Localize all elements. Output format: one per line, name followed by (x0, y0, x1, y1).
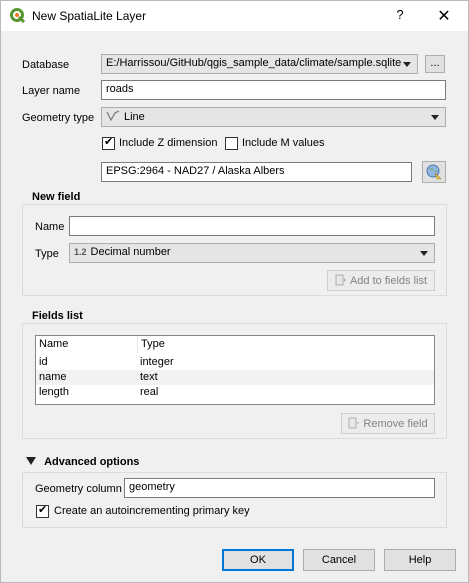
field-type-value: Decimal number (90, 246, 171, 258)
browse-label: ... (430, 57, 440, 69)
field-name-input[interactable] (69, 216, 435, 236)
cell-name: id (39, 356, 48, 368)
decimal-number-icon: 1.2 (74, 247, 87, 257)
title-bar[interactable]: New SpatiaLite Layer ? ✕ (1, 1, 468, 31)
remove-field-button[interactable]: Remove field (341, 413, 435, 434)
cell-type: real (140, 386, 159, 398)
close-button[interactable]: ✕ (431, 6, 457, 28)
database-combo[interactable]: E:/Harrissou/GitHub/qgis_sample_data/cli… (101, 54, 418, 74)
field-name-label: Name (35, 221, 65, 233)
crs-field: EPSG:2964 - NAD27 / Alaska Albers (101, 162, 412, 182)
field-type-label: Type (35, 248, 59, 260)
new-field-group: Name Type 1.2 Decimal number Add to field… (22, 204, 447, 296)
include-z-checkbox[interactable]: ✔ (102, 136, 115, 150)
remove-field-label: Remove field (363, 418, 428, 430)
add-field-icon (335, 274, 346, 286)
column-header-type[interactable]: Type (137, 336, 435, 353)
select-crs-button[interactable] (422, 161, 446, 183)
browse-database-button[interactable]: ... (425, 55, 445, 73)
collapse-triangle-icon (26, 457, 36, 465)
fields-table[interactable]: Name Type id integer name text length re… (35, 335, 435, 405)
new-spatialite-layer-dialog: New SpatiaLite Layer ? ✕ Database E:/Har… (0, 0, 469, 583)
table-row[interactable]: id integer (36, 355, 434, 370)
table-row[interactable]: name text (36, 370, 434, 385)
window-title: New SpatiaLite Layer (32, 9, 147, 23)
checkmark-icon: ✔ (38, 504, 48, 516)
new-field-group-title: New field (32, 191, 81, 203)
advanced-options-group: Geometry column geometry ✔ Create an aut… (22, 472, 447, 528)
crs-globe-icon (426, 164, 442, 180)
layer-name-label: Layer name (22, 85, 81, 97)
table-row[interactable]: length real (36, 385, 434, 400)
add-to-fields-list-label: Add to fields list (349, 275, 428, 287)
title-help-button[interactable]: ? (389, 7, 411, 27)
add-to-fields-list-button[interactable]: Add to fields list (327, 270, 435, 291)
field-type-combo[interactable]: 1.2 Decimal number (69, 243, 435, 263)
geometry-type-value: Line (124, 111, 145, 123)
geometry-column-input[interactable]: geometry (124, 478, 435, 498)
include-m-label: Include M values (242, 137, 325, 149)
include-m-checkbox[interactable] (225, 137, 238, 150)
geometry-type-combo[interactable]: Line (101, 107, 446, 127)
layer-name-input[interactable]: roads (101, 80, 446, 100)
checkmark-icon: ✔ (104, 136, 114, 148)
database-label: Database (22, 59, 70, 71)
fields-list-group: Name Type id integer name text length re… (22, 323, 447, 439)
qgis-logo-icon (10, 8, 26, 24)
geometry-column-label: Geometry column (35, 483, 122, 495)
include-z-label: Include Z dimension (119, 137, 218, 149)
geometry-type-label: Geometry type (22, 112, 95, 124)
column-header-name[interactable]: Name (36, 336, 136, 353)
remove-field-icon (348, 417, 360, 429)
cell-name: length (39, 386, 69, 398)
autoincrement-checkbox[interactable]: ✔ (36, 504, 49, 518)
chevron-down-icon (431, 115, 439, 120)
fields-list-group-title: Fields list (32, 310, 83, 322)
cancel-button[interactable]: Cancel (303, 549, 375, 571)
database-value: E:/Harrissou/GitHub/qgis_sample_data/cli… (106, 57, 402, 69)
ok-button[interactable]: OK (222, 549, 294, 571)
cell-name: name (39, 371, 67, 383)
cell-type: integer (140, 356, 174, 368)
line-geometry-icon (106, 110, 120, 122)
advanced-options-title: Advanced options (44, 456, 140, 468)
advanced-options-toggle[interactable]: Advanced options (26, 456, 139, 468)
cell-type: text (140, 371, 158, 383)
chevron-down-icon (420, 251, 428, 256)
chevron-down-icon (403, 62, 411, 67)
help-button[interactable]: Help (384, 549, 456, 571)
autoincrement-label: Create an autoincrementing primary key (54, 505, 250, 517)
